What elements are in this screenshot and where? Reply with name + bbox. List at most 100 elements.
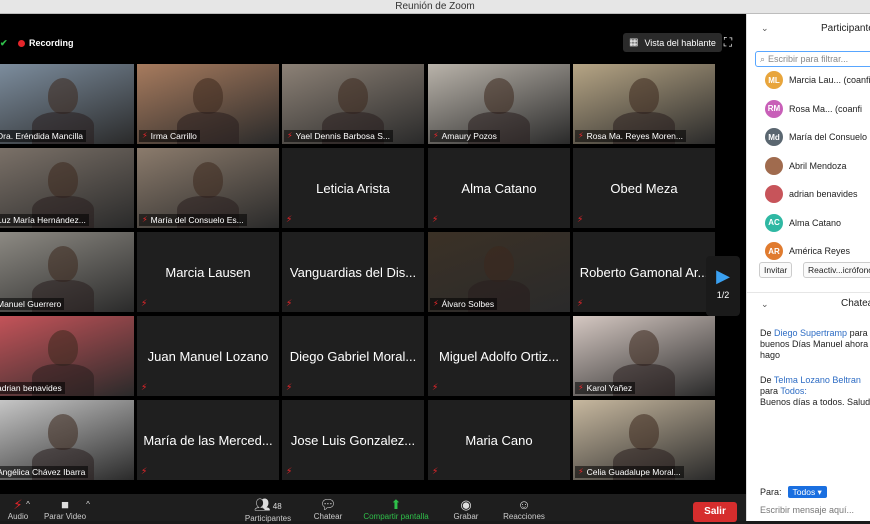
participant-tile[interactable]: Jose Luis Gonzalez... ⚡︎ — [282, 400, 424, 480]
participant-tile[interactable]: Miguel Adolfo Ortiz... ⚡︎ — [428, 316, 570, 396]
participant-name: Dra. Eréndida Mancilla — [0, 131, 83, 141]
mic-muted-icon: ⚡︎ — [433, 131, 439, 140]
participant-name-label: ⚡︎ Amaury Pozos — [430, 130, 500, 142]
share-screen-button[interactable]: ⬆ Compartir pantalla — [358, 498, 434, 522]
participant-name: Marcia Lausen — [165, 264, 251, 280]
participant-list-item[interactable]: Md María del Consuelo — [747, 125, 870, 149]
participant-tile[interactable]: Diego Gabriel Moral... ⚡︎ — [282, 316, 424, 396]
audio-options-chevron-icon[interactable]: ^ — [22, 498, 34, 512]
participant-list-name: adrian benavides — [789, 189, 858, 199]
chevron-down-icon[interactable]: ⌄ — [761, 299, 769, 310]
sidebar-panel: ⌄ Participantes ⌕ Escribir para filtrar.… — [746, 14, 870, 521]
exit-meeting-button[interactable]: Salir — [693, 502, 737, 522]
message-sender[interactable]: Telma Lozano Beltran — [774, 375, 861, 385]
search-icon: ⌕ — [760, 53, 766, 64]
next-page-button[interactable]: ▶ 1/2 — [706, 256, 740, 316]
person-silhouette — [48, 162, 78, 198]
mic-muted-icon: ⚡︎ — [578, 383, 584, 392]
participants-label: Participantes — [244, 514, 292, 523]
participant-name-label: adrian benavides — [0, 382, 65, 394]
participant-tile[interactable]: ⚡︎ Karol Yañez — [573, 316, 715, 396]
recipient-select[interactable]: Todos ▾ — [787, 486, 827, 498]
avatar: RM — [765, 99, 783, 118]
participant-list-item[interactable]: adrian benavides — [747, 182, 870, 206]
person-silhouette — [48, 78, 78, 114]
participant-name: Roberto Gamonal Ar... — [579, 264, 709, 280]
participant-tile[interactable]: ⚡︎ María del Consuelo Es... — [137, 148, 279, 228]
message-recipient[interactable]: Todos — [780, 386, 804, 396]
participant-name: Obed Meza — [610, 180, 678, 196]
page-indicator: 1/2 — [716, 290, 730, 300]
participant-tile[interactable]: María de las Merced... ⚡︎ — [137, 400, 279, 480]
chat-button[interactable]: 💬︎ Chatear — [308, 498, 348, 522]
participant-name-label: Luz María Hernández... — [0, 214, 89, 226]
participant-name: Yael Dennis Barbosa S... — [295, 131, 390, 141]
mic-muted-icon: ⚡︎ — [577, 214, 584, 224]
participant-tile[interactable]: Maria Cano ⚡︎ — [428, 400, 570, 480]
chat-message: De Telma Lozano Beltran para Todos: Buen… — [760, 375, 870, 408]
recording-label: Recording — [29, 38, 74, 48]
participant-tile[interactable]: Roberto Gamonal Ar... ⚡︎ — [573, 232, 715, 312]
message-text: buenos Días Manuel ahora lo hago — [760, 339, 870, 360]
participant-list-item[interactable]: RM Rosa Ma... (coanfi — [747, 97, 870, 121]
participant-list-name: América Reyes — [789, 246, 851, 256]
speaker-view-label: Vista del hablante — [644, 37, 716, 48]
participant-tile[interactable]: ⚡︎ Yael Dennis Barbosa S... — [282, 64, 424, 144]
participant-name: Karol Yañez — [586, 383, 633, 393]
participant-tile[interactable]: Obed Meza ⚡︎ — [573, 148, 715, 228]
participant-tile[interactable]: Leticia Arista ⚡︎ — [282, 148, 424, 228]
chevron-down-icon[interactable]: ⌄ — [761, 23, 769, 34]
fullscreen-icon[interactable]: ⛶ — [719, 34, 737, 51]
mic-muted-icon: ⚡︎ — [287, 131, 293, 140]
participant-tile[interactable]: Juan Manuel Lozano ⚡︎ — [137, 316, 279, 396]
record-button[interactable]: ◉ Grabar — [448, 498, 484, 522]
mic-muted-icon: ⚡︎ — [141, 298, 148, 308]
participant-name: María de las Merced... — [143, 432, 273, 448]
participant-name: Celia Guadalupe Moral... — [586, 467, 681, 477]
participant-tile[interactable]: ⚡︎ Amaury Pozos — [428, 64, 570, 144]
participant-tile[interactable]: Luz María Hernández... — [0, 148, 134, 228]
participant-name-label: ⚡︎ Irma Carrillo — [139, 130, 200, 142]
participant-tile[interactable]: ⚡︎ Rosa Ma. Reyes Moren... — [573, 64, 715, 144]
mic-muted-icon: ⚡︎ — [286, 382, 293, 392]
reactions-button[interactable]: ☺ Reacciones — [498, 498, 550, 522]
speaker-view-button[interactable]: ▦ Vista del hablante — [623, 33, 722, 52]
message-sender[interactable]: Diego Supertramp — [774, 328, 847, 338]
participant-list-item[interactable]: Abril Mendoza — [747, 154, 870, 178]
participant-tile[interactable]: ⚡︎ Irma Carrillo — [137, 64, 279, 144]
chat-message-input[interactable]: Escribir mensaje aquí... — [760, 505, 854, 515]
participant-tile[interactable]: Alma Catano ⚡︎ — [428, 148, 570, 228]
participant-name-label: Manuel Guerrero — [0, 298, 65, 310]
participant-name-label: ⚡︎ Celia Guadalupe Moral... — [575, 466, 684, 478]
mic-muted-icon: ⚡︎ — [433, 299, 439, 308]
mic-muted-icon: ⚡︎ — [141, 382, 148, 392]
chat-title: Chatea — [841, 298, 870, 309]
participant-actions: Invitar Reactiv...icrófono — [747, 260, 870, 282]
participant-tile[interactable]: Angélica Chávez Ibarra — [0, 400, 134, 480]
participant-tile[interactable]: ⚡︎ Álvaro Solbes — [428, 232, 570, 312]
participant-name: adrian benavides — [0, 383, 62, 393]
participant-name-label: ⚡︎ Yael Dennis Barbosa S... — [284, 130, 393, 142]
participant-filter-input[interactable]: ⌕ Escribir para filtrar... — [755, 51, 870, 67]
participant-list-item[interactable]: AC Alma Catano — [747, 211, 870, 235]
chat-bubble-icon: 💬︎ — [319, 497, 337, 512]
participant-tile[interactable]: adrian benavides — [0, 316, 134, 396]
participant-tile[interactable]: ⚡︎ Celia Guadalupe Moral... — [573, 400, 715, 480]
participant-name-label: ⚡︎ Álvaro Solbes — [430, 298, 498, 310]
reactivate-mic-button[interactable]: Reactiv...icrófono — [803, 262, 870, 278]
participant-tile[interactable]: Manuel Guerrero — [0, 232, 134, 312]
participant-tile[interactable]: Marcia Lausen ⚡︎ — [137, 232, 279, 312]
participant-list-name: María del Consuelo — [789, 132, 868, 142]
person-silhouette — [193, 162, 223, 198]
participant-tile[interactable]: Dra. Eréndida Mancilla — [0, 64, 134, 144]
participant-tile[interactable]: Vanguardias del Dis... ⚡︎ — [282, 232, 424, 312]
video-options-chevron-icon[interactable]: ^ — [82, 498, 94, 512]
person-silhouette — [48, 330, 78, 366]
participant-name: Alma Catano — [461, 180, 537, 196]
participant-list-item[interactable]: ML Marcia Lau... (coanfi — [747, 68, 870, 92]
participant-name: María del Consuelo Es... — [150, 215, 244, 225]
invite-button[interactable]: Invitar — [759, 262, 793, 278]
participants-button[interactable]: 👥︎ 48 Participantes — [240, 498, 296, 524]
recording-indicator: ✔ Recording — [0, 36, 74, 50]
mic-muted-icon: ⚡︎ — [286, 298, 293, 308]
